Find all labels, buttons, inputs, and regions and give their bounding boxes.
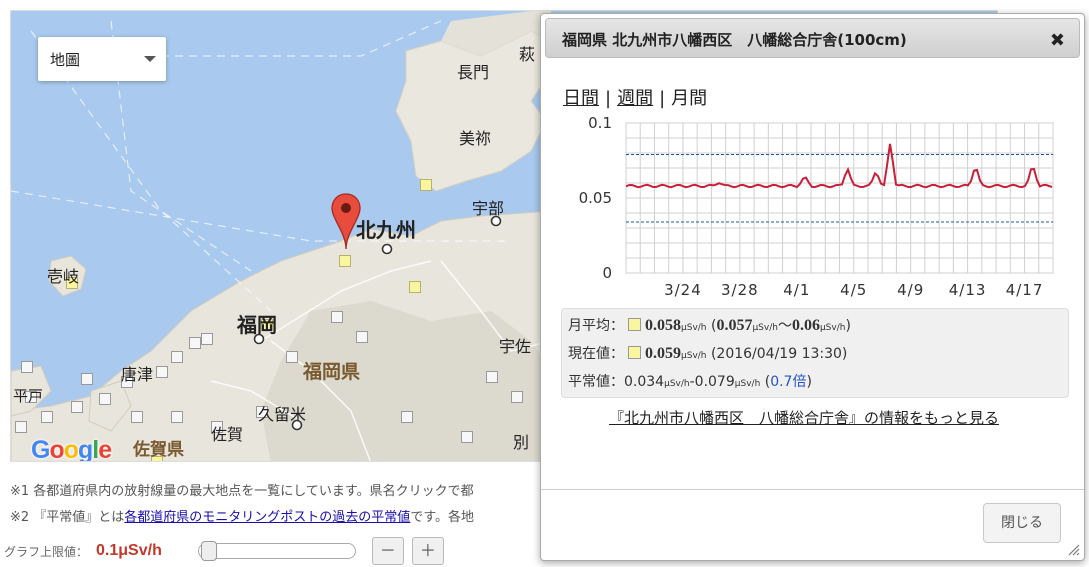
dialog-divider [541,489,1084,490]
sensor-marker[interactable] [171,411,183,423]
map-label: 宇佐 [499,337,532,356]
x-tick-label: 4/5 [840,281,867,299]
footnote-1: ※1 各都道府県内の放射線量の最大地点を一覧にしています。県名クリックで都 [10,484,474,499]
level-swatch [628,318,641,331]
x-tick-label: 4/17 [1006,281,1044,299]
map-label: 壱岐 [47,267,80,286]
map-label: 別 [513,433,530,452]
map-label: 佐賀県 [133,440,184,460]
normal-value-link[interactable]: 各都道府県のモニタリングポストの過去の平常値 [124,510,410,525]
resize-grip-icon[interactable] [1066,542,1080,556]
x-tick-label: 3/28 [721,281,759,299]
chevron-down-icon [144,56,156,62]
decrease-button[interactable]: － [371,537,404,565]
sensor-marker[interactable] [201,333,213,345]
map-label: 福岡県 [303,361,361,383]
sensor-marker[interactable] [486,371,498,383]
sensor-marker[interactable] [286,351,298,363]
current-value-row: 現在値： 0.059μSv/h (2016/04/19 13:30) [568,345,848,362]
increase-button[interactable]: ＋ [411,537,444,565]
location-pin-icon[interactable] [331,193,361,251]
y-tick-label: 0 [602,264,612,282]
sensor-marker[interactable] [401,411,413,423]
more-info-link[interactable]: 『北九州市八幡西区 八幡総合庁舎』の情報をもっと見る [609,407,999,428]
graph-limit-slider[interactable] [197,541,356,561]
sensor-marker[interactable] [461,431,473,443]
city-dot-icon [291,419,303,431]
sensor-marker[interactable] [156,366,168,378]
y-tick-label: 0.05 [579,189,612,207]
map-label: 美祢 [459,129,492,148]
tab-monthly[interactable]: 月間 [671,88,707,109]
period-tabs: 日間 | 週間 | 月間 [563,88,708,109]
sensor-marker[interactable] [420,179,432,191]
sensor-marker[interactable] [21,361,33,373]
city-dot-icon [490,215,502,227]
x-tick-label: 4/9 [897,281,924,299]
slider-thumb[interactable] [200,541,217,561]
dialog-title: 福岡県 北九州市八幡西区 八幡総合庁舎(100cm) [562,31,907,49]
dose-chart: 0 0.05 0.1 3/24 3/28 4/1 4/5 4/9 4/13 4/17 [579,114,1054,299]
map-label: 長門 [457,63,490,82]
footnote-2: ※2 『平常値』とは各都道府県のモニタリングポストの過去の平常値です。各地 [10,510,475,525]
station-dialog: 福岡県 北九州市八幡西区 八幡総合庁舎(100cm) ✖ 日間 | 週間 | 月間 00… [540,13,1085,561]
sensor-marker[interactable] [331,311,343,323]
stats-panel: 月平均： 0.058μSv/h (0.057μSv/h〜0.06μSv/h) 現在… [561,308,1069,398]
sensor-marker[interactable] [171,351,183,363]
tab-daily[interactable]: 日間 [563,88,599,109]
dialog-title-bar[interactable]: 福岡県 北九州市八幡西区 八幡総合庁舎(100cm) ✖ [545,18,1080,58]
city-dot-icon [253,333,265,345]
footnotes: ※1 各都道府県内の放射線量の最大地点を一覧にしています。県名クリックで都 ※2… [10,482,474,534]
sensor-marker[interactable] [356,331,368,343]
map-type-label: 地圖 [50,51,81,69]
sensor-marker[interactable] [99,393,111,405]
sensor-marker[interactable] [71,401,83,413]
x-tick-label: 4/13 [949,281,987,299]
map-label: 北九州 [356,218,416,242]
level-swatch [628,346,641,359]
map-label: 佐賀 [211,425,244,444]
city-dot-icon [381,243,393,255]
sensor-marker[interactable] [339,255,351,267]
close-icon[interactable]: ✖ [1050,30,1065,51]
sensor-marker[interactable] [409,281,421,293]
map-label: 唐津 [121,365,154,384]
sensor-marker[interactable] [131,411,143,423]
google-logo: Google [31,436,112,462]
y-tick-label: 0.1 [588,114,612,132]
x-tick-label: 4/1 [783,281,810,299]
map-type-dropdown[interactable]: 地圖 [38,37,166,81]
sensor-marker[interactable] [41,411,53,423]
normal-value-row: 平常値：0.034μSv/h-0.079μSv/h (0.7倍) [568,374,812,390]
monthly-average-row: 月平均： 0.058μSv/h (0.057μSv/h〜0.06μSv/h) [568,317,851,334]
map-label: 平戸 [13,387,44,405]
graph-limit-value: 0.1μSv/h [96,542,162,559]
graph-limit-control: グラフ上限値： 0.1μSv/h － ＋ [4,537,452,565]
graph-limit-label: グラフ上限値： [4,544,89,559]
tab-weekly[interactable]: 週間 [617,88,653,109]
x-tick-label: 3/24 [664,281,702,299]
map-label: 萩 [519,45,536,64]
close-button[interactable]: 閉じる [983,503,1061,543]
sensor-marker[interactable] [511,391,523,403]
sensor-marker[interactable] [15,421,27,433]
sensor-marker[interactable] [189,337,201,349]
sensor-marker[interactable] [81,373,93,385]
